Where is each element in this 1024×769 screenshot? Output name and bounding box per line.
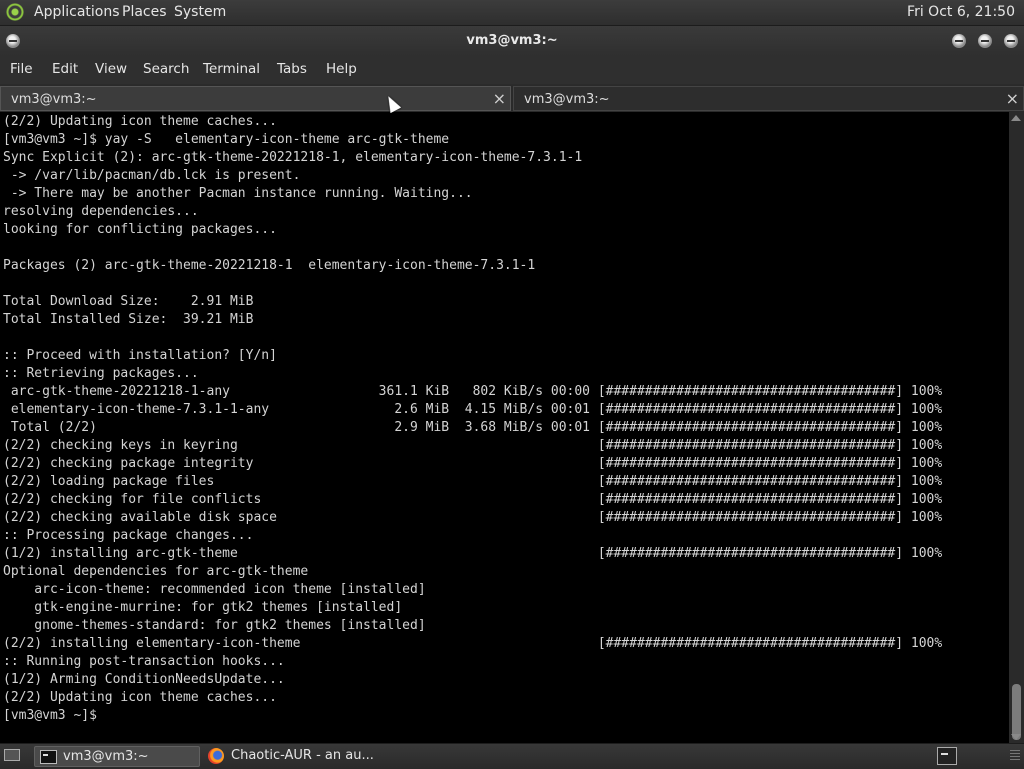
tab-close-icon[interactable]: × — [1006, 89, 1019, 108]
terminal-line: (2/2) installing elementary-icon-theme [… — [3, 636, 943, 651]
scroll-down-icon[interactable] — [1011, 734, 1021, 740]
tab-bar: vm3@vm3:~ × vm3@vm3:~ × — [0, 85, 1024, 112]
terminal-line: (2/2) checking available disk space [###… — [3, 510, 943, 525]
terminal-line: (2/2) checking for file conflicts [#####… — [3, 492, 943, 507]
terminal-line: looking for conflicting packages... — [3, 222, 277, 237]
terminal-line: [vm3@vm3 ~]$ — [3, 708, 97, 723]
terminal-line: resolving dependencies... — [3, 204, 199, 219]
tab-close-icon[interactable]: × — [493, 89, 506, 108]
scroll-up-icon[interactable] — [1011, 115, 1021, 121]
minimize-icon[interactable] — [952, 34, 966, 48]
terminal-line: Total Download Size: 2.91 MiB — [3, 294, 254, 309]
menu-tabs[interactable]: Tabs — [277, 61, 307, 77]
taskbar: vm3@vm3:~ Chaotic-AUR - an au... — [0, 743, 1024, 769]
show-desktop-icon[interactable] — [4, 749, 20, 761]
firefox-icon — [208, 748, 224, 764]
applications-menu[interactable]: Applications — [34, 4, 120, 20]
terminal-line: (2/2) Updating icon theme caches... — [3, 690, 277, 705]
menu-help[interactable]: Help — [326, 61, 357, 77]
terminal-text: (2/2) Updating icon theme caches... [vm3@… — [0, 112, 1009, 725]
top-panel: Applications Places System Fri Oct 6, 21… — [0, 0, 1024, 26]
terminal-line: -> /var/lib/pacman/db.lck is present. — [3, 168, 301, 183]
terminal-line: :: Proceed with installation? [Y/n] — [3, 348, 277, 363]
menu-view[interactable]: View — [95, 61, 127, 77]
places-menu[interactable]: Places — [122, 4, 167, 20]
scrollbar-thumb[interactable] — [1012, 684, 1021, 740]
tab-label: vm3@vm3:~ — [524, 92, 610, 107]
terminal-line: Sync Explicit (2): arc-gtk-theme-2022121… — [3, 150, 583, 165]
terminal-scrollbar[interactable] — [1009, 112, 1024, 743]
terminal-line: :: Processing package changes... — [3, 528, 254, 543]
window-titlebar[interactable]: vm3@vm3:~ — [0, 26, 1024, 56]
terminal-icon — [40, 750, 57, 764]
terminal-line: Total Installed Size: 39.21 MiB — [3, 312, 254, 327]
terminal-line: (2/2) loading package files [###########… — [3, 474, 943, 489]
terminal-line: arc-gtk-theme-20221218-1-any 361.1 KiB 8… — [3, 384, 943, 399]
tab-label: vm3@vm3:~ — [11, 92, 97, 107]
terminal-tray-icon[interactable] — [937, 747, 957, 765]
terminal-line: [vm3@vm3 ~]$ yay -S elementary-icon-them… — [3, 132, 450, 147]
terminal-line: Total (2/2) 2.9 MiB 3.68 MiB/s 00:01 [##… — [3, 420, 943, 435]
system-menu[interactable]: System — [174, 4, 226, 20]
maximize-icon[interactable] — [978, 34, 992, 48]
window-title: vm3@vm3:~ — [466, 33, 558, 48]
taskbar-item-terminal[interactable]: vm3@vm3:~ — [34, 746, 200, 767]
terminal-line: Packages (2) arc-gtk-theme-20221218-1 el… — [3, 258, 536, 273]
menubar: File Edit View Search Terminal Tabs Help — [0, 56, 1024, 84]
taskbar-item-label: vm3@vm3:~ — [63, 749, 149, 764]
terminal-line: (1/2) Arming ConditionNeedsUpdate... — [3, 672, 285, 687]
close-icon[interactable] — [1004, 34, 1018, 48]
menu-file[interactable]: File — [10, 61, 33, 77]
terminal-line: elementary-icon-theme-7.3.1-1-any 2.6 Mi… — [3, 402, 943, 417]
terminal-line: :: Retrieving packages... — [3, 366, 199, 381]
clock[interactable]: Fri Oct 6, 21:50 — [907, 4, 1015, 20]
terminal-line: (2/2) checking package integrity [######… — [3, 456, 943, 471]
terminal-line: (2/2) Updating icon theme caches... — [3, 114, 277, 129]
taskbar-item-firefox[interactable]: Chaotic-AUR - an au... — [203, 746, 403, 767]
taskbar-item-label: Chaotic-AUR - an au... — [231, 748, 374, 763]
tab-1[interactable]: vm3@vm3:~ × — [0, 86, 511, 111]
panel-grip-icon[interactable] — [1010, 750, 1020, 762]
terminal-line: arc-icon-theme: recommended icon theme [… — [3, 582, 426, 597]
menu-search[interactable]: Search — [143, 61, 189, 77]
terminal-line: :: Running post-transaction hooks... — [3, 654, 285, 669]
terminal-line: gtk-engine-murrine: for gtk2 themes [ins… — [3, 600, 403, 615]
terminal-line: -> There may be another Pacman instance … — [3, 186, 473, 201]
tab-2[interactable]: vm3@vm3:~ × — [513, 86, 1024, 111]
terminal-output[interactable]: (2/2) Updating icon theme caches... [vm3@… — [0, 112, 1009, 743]
menu-edit[interactable]: Edit — [52, 61, 78, 77]
menu-terminal[interactable]: Terminal — [203, 61, 260, 77]
terminal-line: (2/2) checking keys in keyring [########… — [3, 438, 943, 453]
terminal-line: Optional dependencies for arc-gtk-theme — [3, 564, 309, 579]
terminal-line: gnome-themes-standard: for gtk2 themes [… — [3, 618, 426, 633]
terminal-line: (1/2) installing arc-gtk-theme [########… — [3, 546, 943, 561]
distro-logo-icon[interactable] — [6, 3, 24, 21]
